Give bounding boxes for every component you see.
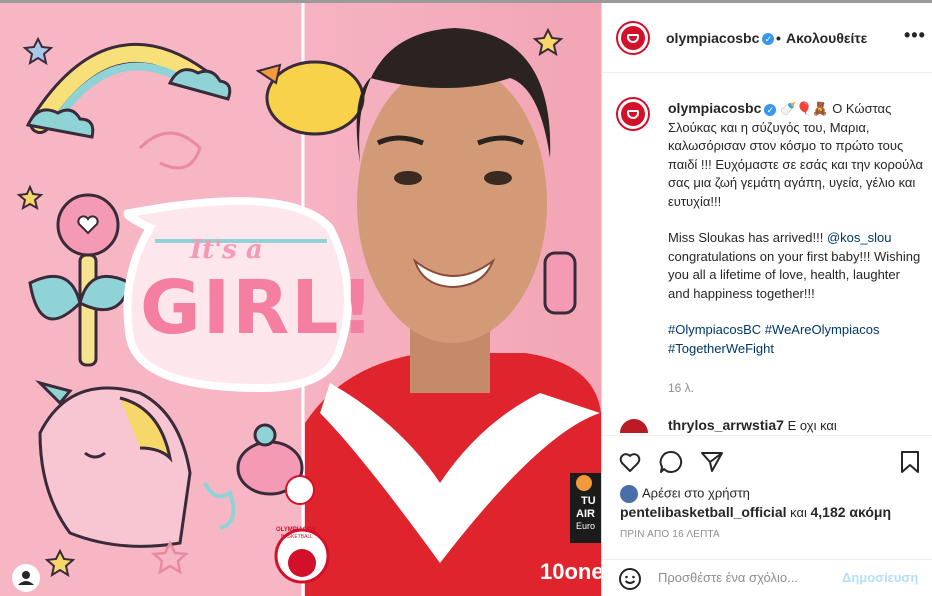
comment-avatar[interactable]	[620, 419, 648, 433]
caption-avatar[interactable]	[616, 97, 650, 131]
likes-count-link[interactable]: 4,182 ακόμη	[811, 504, 892, 520]
author-username[interactable]: olympiacosbc ✓	[666, 30, 775, 46]
post-header: olympiacosbc ✓ • Ακολουθείτε •••	[602, 3, 932, 73]
liked-by-names: pentelibasketball_official και 4,182 ακό…	[620, 504, 891, 520]
separator-dot: •	[776, 30, 781, 46]
caption-text: olympiacosbc ✓ 🍼🎈🧸 Ο Κώστας Σλούκας και η…	[668, 99, 924, 376]
more-icon[interactable]: •••	[904, 25, 926, 46]
euroleague-text-mid: AIR	[576, 508, 595, 520]
liked-by-line: Αρέσει στο χρήστη	[620, 485, 750, 503]
sticker-text-top: It's a	[190, 235, 263, 265]
team-badge-small	[285, 475, 315, 505]
caption-greek: Ο Κώστας Σλούκας και η σύζυγός του, Μαρι…	[668, 101, 924, 209]
euroleague-text-bottom: Euro	[576, 521, 596, 531]
sticker-text-main: GIRL!	[140, 265, 377, 351]
liked-by-and: και	[790, 505, 807, 520]
post-timestamp[interactable]: ΠΡΙΝ ΑΠΟ 16 ΛΕΠΤΑ	[620, 529, 720, 540]
caption-time: 16 λ.	[668, 381, 695, 395]
verified-icon: ✓	[762, 33, 775, 46]
caption-english-start: Miss Sloukas has arrived!!!	[668, 230, 827, 245]
smile-icon[interactable]	[618, 567, 642, 594]
comment-input[interactable]: Προσθέστε ένα σχόλιο...	[658, 570, 798, 585]
add-comment-bar: Προσθέστε ένα σχόλιο... Δημοσίευση	[602, 559, 932, 596]
liked-by-prefix: Αρέσει στο χρήστη	[642, 485, 750, 501]
comment-username[interactable]: thrylos_arrwstia7	[668, 417, 784, 433]
jersey-sub: BASKETBALL	[281, 534, 313, 540]
comment-row: thrylos_arrwstia7 Ε οχι και	[616, 417, 926, 433]
heart-icon[interactable]	[616, 448, 644, 476]
euroleague-ball	[576, 475, 592, 491]
team-logo-inner	[288, 549, 316, 577]
post-side-panel: olympiacosbc ✓ • Ακολουθείτε ••• olympiac…	[601, 3, 932, 596]
actions-section: Αρέσει στο χρήστη pentelibasketball_offi…	[602, 435, 932, 596]
comment-text: Ε οχι και	[787, 418, 837, 433]
bookmark-icon[interactable]	[896, 448, 924, 476]
author-avatar[interactable]	[616, 21, 650, 55]
caption-username[interactable]: olympiacosbc	[668, 100, 761, 116]
liker-avatar[interactable]	[620, 485, 638, 503]
comment-icon[interactable]	[657, 448, 685, 476]
verified-icon: ✓	[764, 103, 777, 116]
euroleague-text-top: TU	[581, 495, 596, 507]
profile-icon[interactable]	[12, 564, 40, 592]
mention-link[interactable]: @kos_slou	[827, 230, 892, 245]
liked-user-link[interactable]: pentelibasketball_official	[620, 504, 787, 520]
following-button[interactable]: Ακολουθείτε	[786, 30, 867, 46]
jersey-brand: OLYMPIACOS	[276, 527, 316, 533]
caption-english-rest: congratulations on your first baby!!! Wi…	[668, 248, 921, 301]
post-comment-button[interactable]: Δημοσίευση	[842, 570, 918, 585]
share-icon[interactable]	[698, 448, 726, 476]
hashtags-link[interactable]: #OlympiacosBC #WeAreOlympiacos #Together…	[668, 321, 924, 358]
doodle-shape	[543, 251, 577, 315]
sponsor-text: 10one	[540, 559, 601, 584]
post-image[interactable]: It's a GIRL! OLYMPIACOS BASKETBALL 10one…	[0, 3, 601, 596]
caption-emojis: 🍼🎈🧸	[780, 101, 829, 116]
caption-section: olympiacosbc ✓ 🍼🎈🧸 Ο Κώστας Σλούκας και η…	[602, 73, 932, 433]
